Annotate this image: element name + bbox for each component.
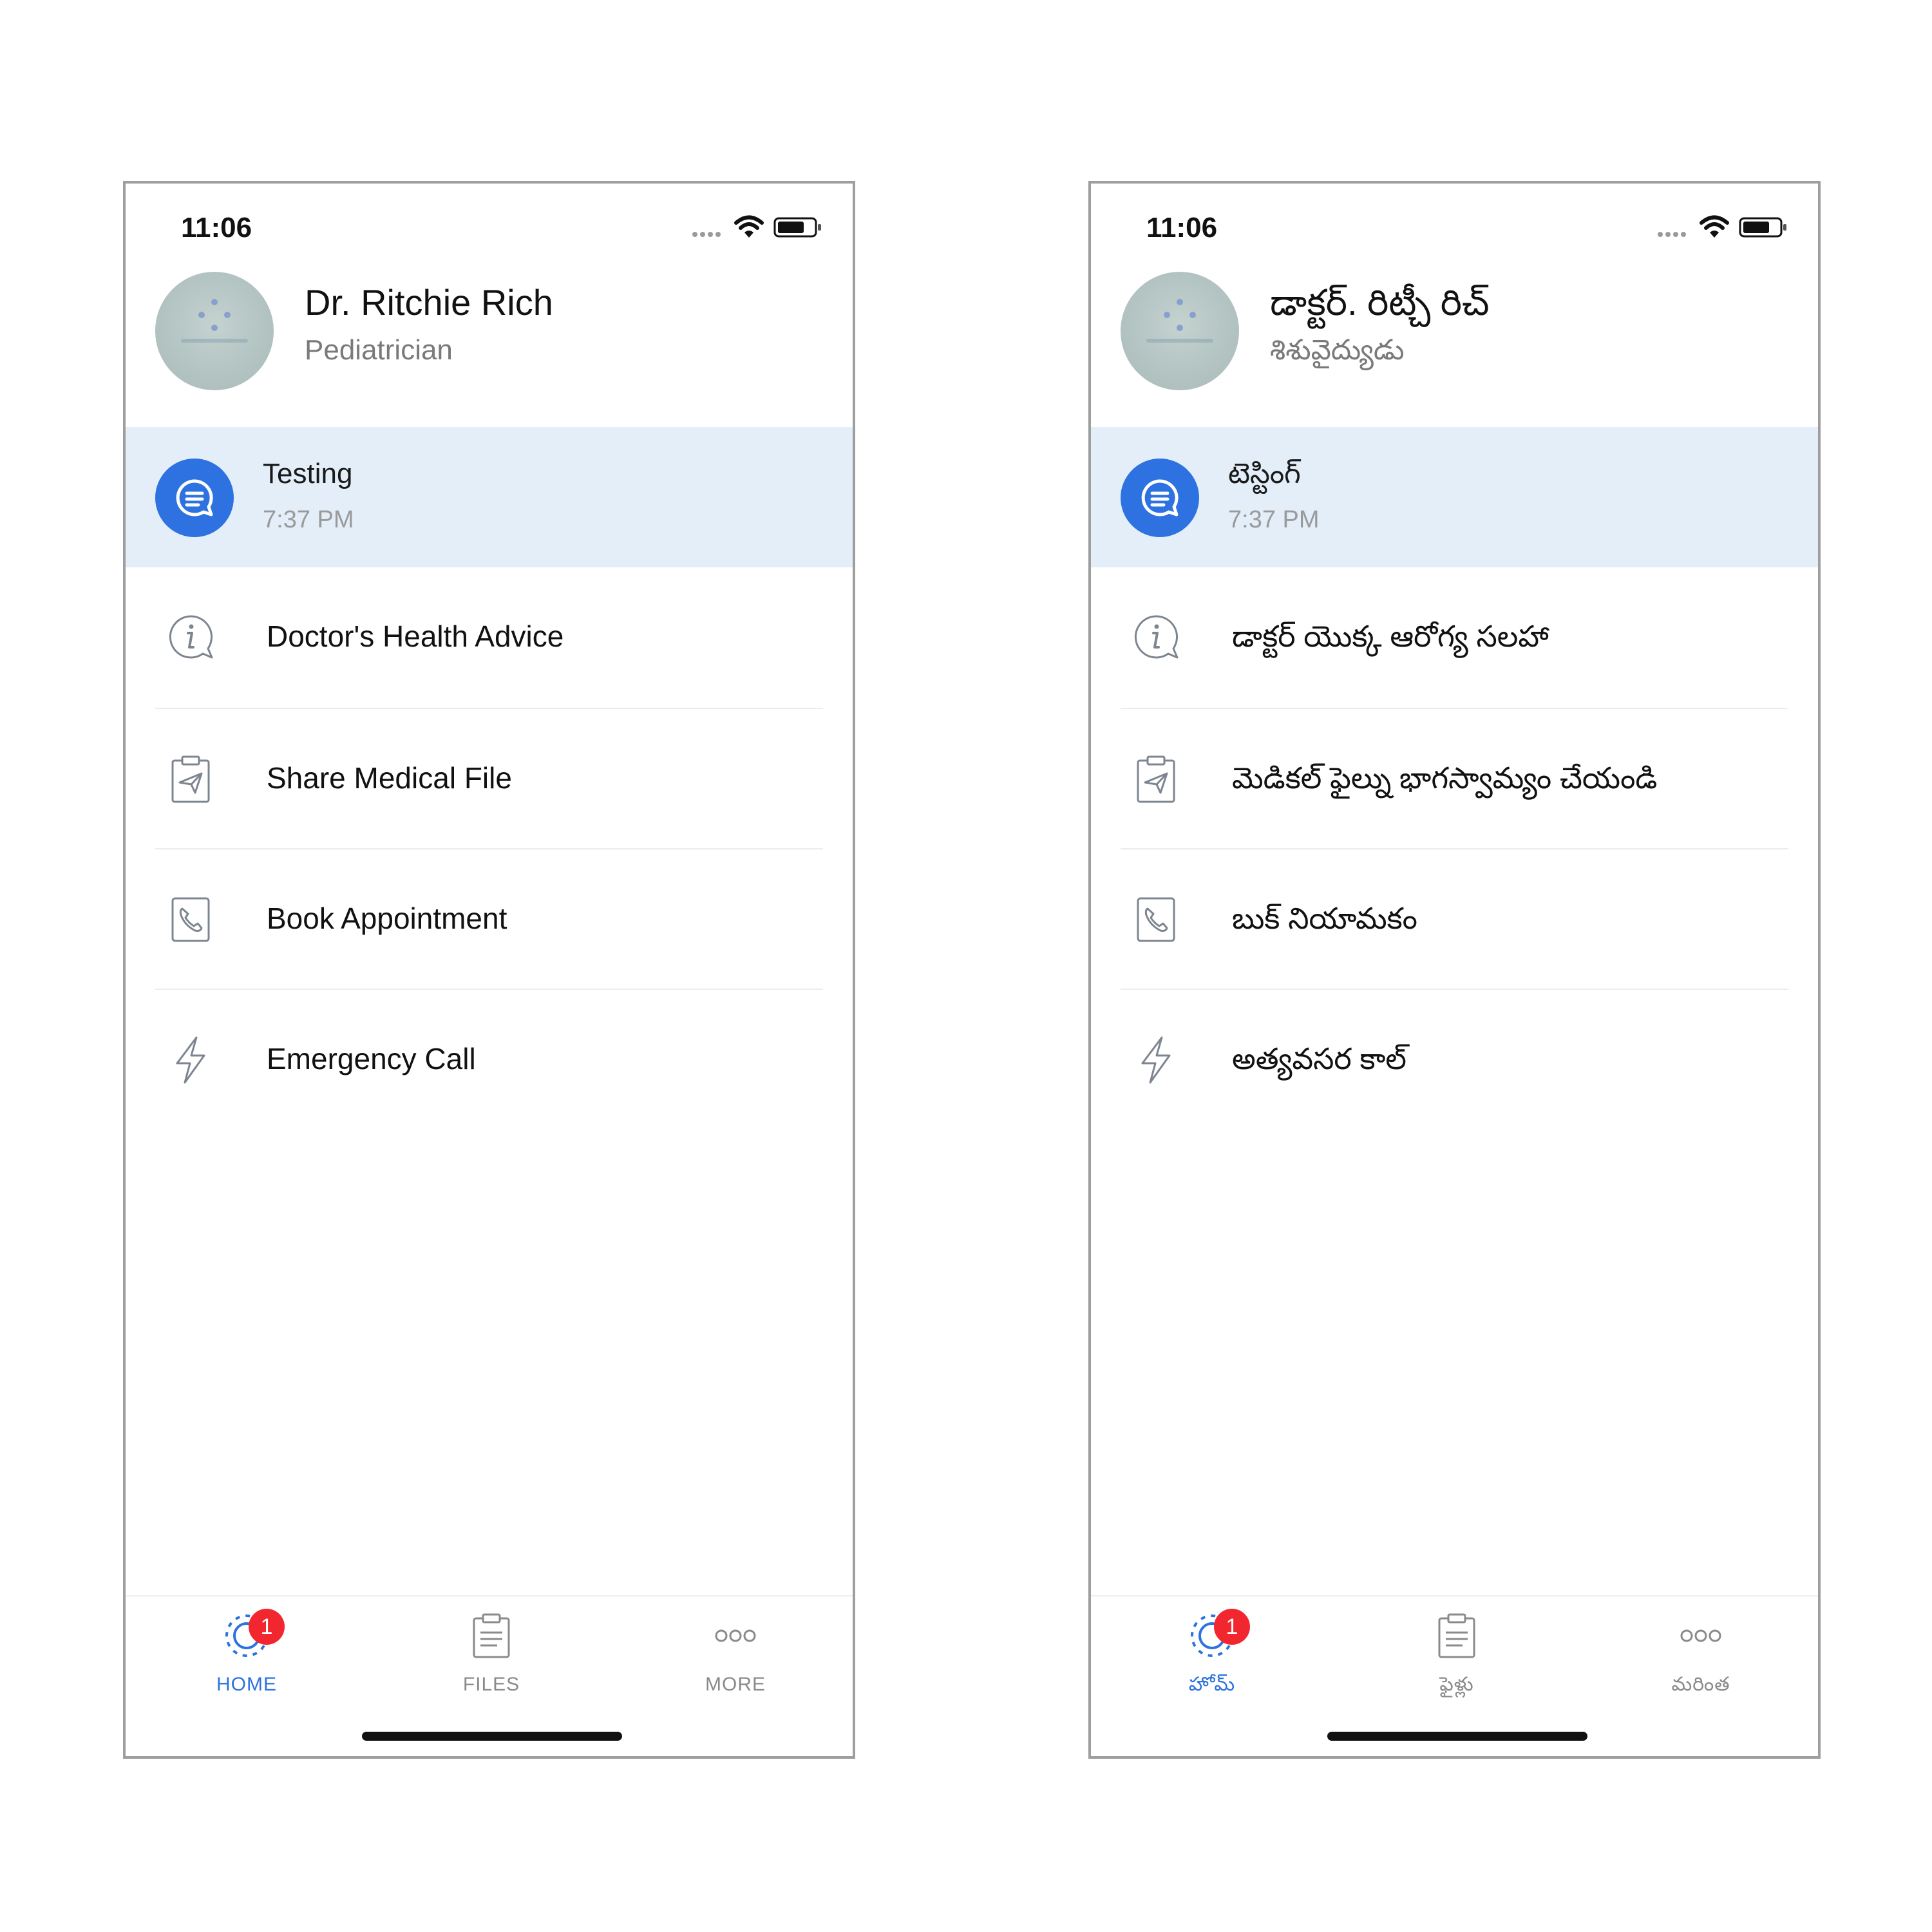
tab-label: FILES: [462, 1674, 520, 1695]
clipboard-send-icon: [1137, 755, 1175, 803]
home-indicator[interactable]: [362, 1732, 622, 1741]
status-time: 11:06: [181, 212, 252, 243]
battery-icon: [773, 217, 821, 238]
info-chat-icon: [169, 615, 213, 659]
tab-files[interactable]: ఫైళ్లు: [1379, 1611, 1534, 1707]
menu-item-health-advice[interactable]: Doctor's Health Advice: [126, 567, 853, 708]
menu-label: బుక్ నియామకం: [1232, 902, 1417, 935]
notification-badge: 1: [249, 1609, 285, 1645]
battery-icon: [1739, 217, 1786, 238]
wifi-icon: [1700, 215, 1729, 238]
tab-home[interactable]: 1 HOME: [169, 1609, 324, 1707]
wifi-icon: [734, 215, 764, 238]
more-icon: [715, 1629, 756, 1642]
status-icons: [1658, 214, 1799, 240]
signal-icon: [1658, 229, 1689, 240]
doctor-specialty: శిశువైద్యుడు: [1270, 334, 1405, 366]
signal-icon: [692, 229, 723, 240]
menu-label: Emergency Call: [267, 1042, 476, 1075]
phone-icon: [1137, 897, 1175, 942]
menu-label: Share Medical File: [267, 761, 512, 795]
chat-title: టెస్టింగ్: [1228, 458, 1301, 489]
tab-label: HOME: [216, 1674, 277, 1695]
menu-item-book-appointment[interactable]: బుక్ నియామకం: [1091, 849, 1818, 990]
tab-home[interactable]: 1 హోమ్: [1135, 1609, 1289, 1707]
phone-icon: [171, 897, 210, 942]
avatar[interactable]: [155, 272, 274, 390]
menu-label: Book Appointment: [267, 902, 507, 935]
menu-item-share-medical-file[interactable]: మెడికల్ ఫైల్ను భాగస్వామ్యం చేయండి: [1091, 709, 1818, 849]
menu-item-emergency-call[interactable]: అత్యవసర కాల్: [1091, 990, 1818, 1130]
chat-title: Testing: [263, 458, 353, 489]
lightning-icon: [176, 1036, 205, 1084]
files-icon: [1438, 1613, 1475, 1658]
menu-label: అత్యవసర కాల్: [1232, 1042, 1406, 1075]
chat-icon: [1121, 459, 1199, 537]
files-icon: [473, 1613, 510, 1658]
more-icon: [1680, 1629, 1721, 1642]
tab-label: ఫైళ్లు: [1439, 1674, 1474, 1695]
menu-item-emergency-call[interactable]: Emergency Call: [126, 990, 853, 1130]
tab-label: MORE: [705, 1674, 766, 1695]
notification-badge: 1: [1214, 1609, 1250, 1645]
tab-more[interactable]: MORE: [658, 1611, 813, 1707]
chat-time: 7:37 PM: [1228, 506, 1320, 533]
doctor-name: Dr. Ritchie Rich: [305, 282, 553, 323]
menu-label: Doctor's Health Advice: [267, 620, 564, 653]
info-chat-icon: [1134, 615, 1179, 659]
phone-screen-english: 11:06 Dr. Ritchie Rich Pediatrician Test…: [123, 181, 855, 1759]
tab-more[interactable]: మరింత: [1624, 1611, 1778, 1707]
phone-screen-telugu: 11:06 డాక్టర్. రిట్చీ రిచ్ శిశువైద్యుడు: [1088, 181, 1821, 1759]
chat-icon: [155, 459, 234, 537]
tab-label: హోమ్: [1188, 1674, 1236, 1695]
doctor-specialty: Pediatrician: [305, 334, 453, 366]
doctor-name: డాక్టర్. రిట్చీ రిచ్: [1270, 282, 1490, 323]
status-time: 11:06: [1146, 212, 1218, 243]
chat-row[interactable]: టెస్టింగ్ 7:37 PM: [1091, 427, 1818, 567]
tab-files[interactable]: FILES: [414, 1611, 569, 1707]
chat-row[interactable]: Testing 7:37 PM: [126, 427, 853, 567]
chat-time: 7:37 PM: [263, 506, 354, 533]
avatar[interactable]: [1121, 272, 1239, 390]
status-icons: [692, 214, 834, 240]
clipboard-send-icon: [171, 755, 210, 803]
tab-label: మరింత: [1671, 1674, 1730, 1695]
home-indicator[interactable]: [1327, 1732, 1587, 1741]
menu-item-share-medical-file[interactable]: Share Medical File: [126, 709, 853, 849]
menu-item-health-advice[interactable]: డాక్టర్ యొక్క ఆరోగ్య సలహా: [1091, 567, 1818, 708]
menu-item-book-appointment[interactable]: Book Appointment: [126, 849, 853, 990]
lightning-icon: [1141, 1036, 1171, 1084]
menu-label: డాక్టర్ యొక్క ఆరోగ్య సలహా: [1232, 620, 1549, 653]
menu-label: మెడికల్ ఫైల్ను భాగస్వామ్యం చేయండి: [1232, 761, 1658, 795]
